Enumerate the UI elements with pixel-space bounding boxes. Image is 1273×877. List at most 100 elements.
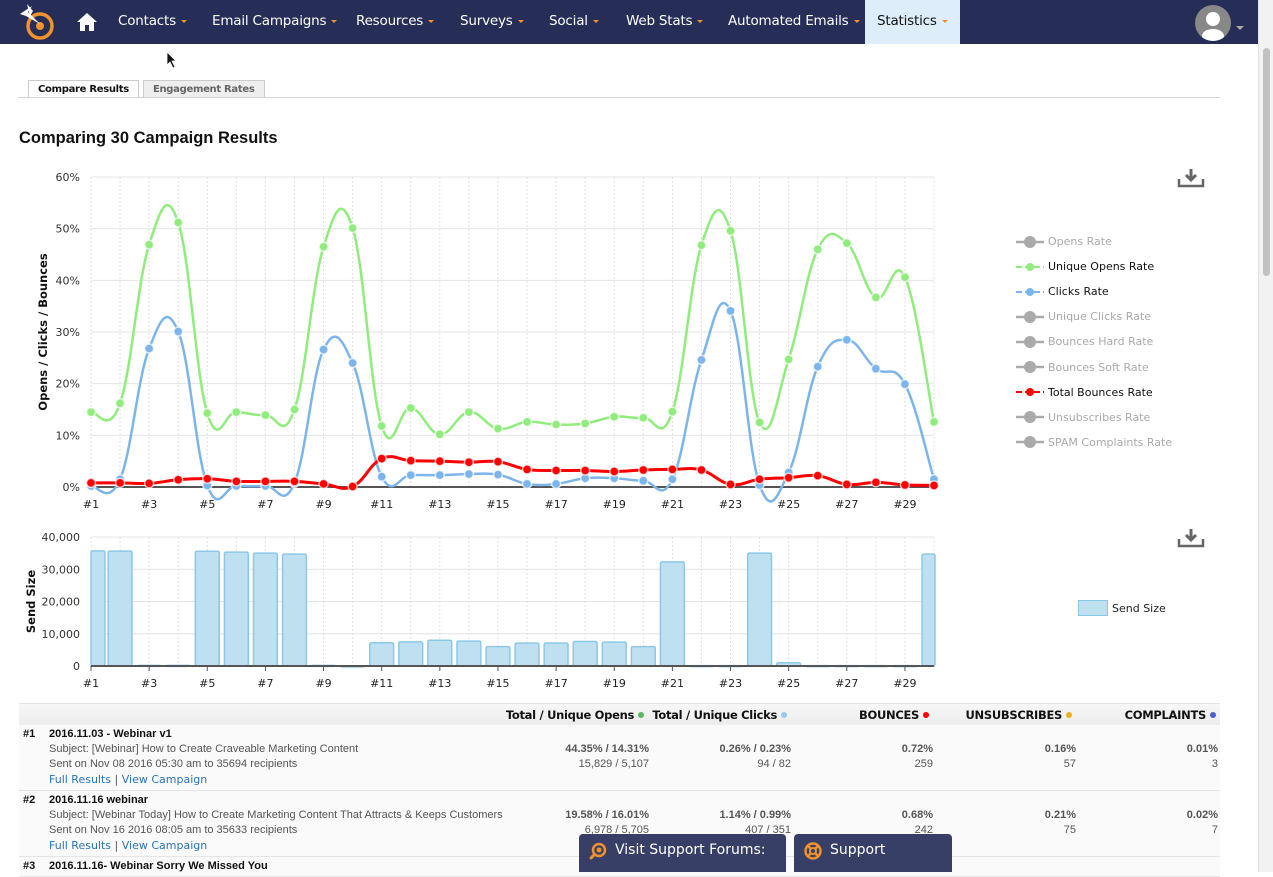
legend-item[interactable]: Clicks Rate	[1015, 279, 1172, 304]
data-point	[289, 404, 300, 415]
x-tick-label: #13	[428, 677, 451, 690]
header-complaints[interactable]: COMPLAINTS	[1125, 708, 1216, 722]
bar	[456, 640, 482, 667]
x-tick-label: #5	[199, 498, 215, 511]
x-tick-label: #23	[719, 498, 742, 511]
y-tick-label: 10%	[56, 429, 80, 442]
data-point	[725, 225, 736, 236]
legend-item[interactable]: SPAM Complaints Rate	[1015, 430, 1172, 455]
data-point	[638, 412, 649, 424]
download-chart-icon[interactable]	[1176, 527, 1206, 549]
unsubscribes-dot-icon	[1066, 712, 1072, 718]
data-point	[725, 479, 736, 490]
y-tick-label: 60%	[56, 171, 80, 184]
header-opens[interactable]: Total / Unique Opens	[506, 708, 644, 722]
y-tick-label: 0	[73, 660, 80, 673]
data-point	[521, 478, 533, 490]
data-point	[492, 456, 504, 467]
x-tick-label: #3	[141, 498, 157, 511]
legend-marker	[1026, 287, 1034, 296]
data-point	[667, 406, 678, 417]
legend-item[interactable]: Unique Opens Rate	[1015, 254, 1172, 279]
legend-item[interactable]: Total Bounces Rate	[1015, 380, 1172, 405]
opens-count: 15,829 / 5,107	[578, 758, 649, 770]
scrollbar-thumb[interactable]	[1263, 48, 1270, 276]
legend-symbol-icon	[1016, 335, 1044, 348]
data-point	[521, 416, 533, 428]
x-tick-label: #19	[603, 498, 626, 511]
legend-label: Unique Opens Rate	[1048, 260, 1155, 274]
data-point	[143, 343, 155, 354]
view-campaign-link[interactable]: View Campaign	[122, 773, 207, 786]
data-point	[492, 423, 504, 434]
lifebuoy-icon	[804, 842, 822, 860]
data-point	[202, 407, 213, 419]
data-point	[783, 354, 794, 365]
full-results-link[interactable]: Full Results	[49, 839, 111, 852]
legend-item[interactable]: Opens Rate	[1015, 229, 1172, 254]
data-point	[318, 241, 329, 252]
series-line	[90, 301, 936, 503]
header-label: UNSUBSCRIBES	[965, 708, 1062, 722]
legend-item[interactable]: Bounces Soft Rate	[1015, 354, 1172, 379]
y-tick-label: 0%	[63, 481, 80, 494]
bar	[659, 561, 686, 667]
bar	[746, 552, 773, 667]
data-point	[725, 305, 736, 317]
bar	[427, 639, 453, 667]
series-line	[90, 455, 935, 490]
legend-symbol-icon	[1016, 262, 1044, 271]
data-point	[85, 406, 97, 418]
view-campaign-link[interactable]: View Campaign	[122, 839, 207, 852]
data-point	[492, 469, 504, 480]
legend-symbol-icon	[1016, 411, 1044, 424]
support-button[interactable]: Support	[794, 834, 952, 872]
data-point	[608, 466, 620, 477]
legend-symbol-icon	[1016, 235, 1044, 248]
x-tick-label: #17	[544, 677, 567, 690]
legend-symbol-icon	[1016, 287, 1044, 296]
x-tick-label: #7	[257, 677, 273, 690]
legend-swatch	[1078, 600, 1108, 616]
data-point	[260, 476, 271, 487]
download-chart-icon[interactable]	[1176, 167, 1206, 189]
x-tick-label: #7	[257, 498, 273, 511]
legend-symbol-icon	[1016, 388, 1044, 397]
y-tick-label: 30,000	[42, 563, 81, 576]
data-point	[696, 464, 707, 476]
x-tick-label: #29	[893, 677, 916, 690]
bounces-count: 259	[914, 758, 933, 770]
bounces-percent: 0.72%	[901, 743, 933, 755]
vertical-scrollbar[interactable]	[1258, 0, 1273, 872]
legend-label: Clicks Rate	[1048, 285, 1109, 299]
data-point	[696, 354, 707, 366]
legend-item[interactable]: Unique Clicks Rate	[1015, 304, 1172, 329]
legend-item[interactable]: Unsubscribes Rate	[1015, 405, 1172, 430]
header-unsubscribes[interactable]: UNSUBSCRIBES	[965, 708, 1072, 722]
bar-chart-legend-item[interactable]: Send Size	[1078, 600, 1166, 616]
campaign-name: 2016.11.16 webinar	[49, 794, 149, 806]
data-point	[143, 239, 155, 250]
complaints-percent: 0.02%	[1186, 809, 1218, 821]
opens-percent: 44.35% / 14.31%	[565, 743, 649, 755]
data-point	[434, 469, 446, 481]
data-point	[638, 464, 649, 476]
complaints-dot-icon	[1210, 712, 1216, 718]
header-bounces[interactable]: BOUNCES	[859, 708, 929, 722]
support-forums-label: Visit Support Forums:	[615, 842, 766, 858]
x-tick-label: #3	[141, 677, 157, 690]
header-clicks[interactable]: Total / Unique Clicks	[652, 708, 787, 722]
user-avatar[interactable]	[1195, 5, 1231, 41]
data-point	[172, 326, 184, 337]
clicks-count: 94 / 82	[757, 758, 791, 770]
full-results-link[interactable]: Full Results	[49, 773, 111, 786]
table-row: #1 2016.11.03 - Webinar v1 Subject: [Web…	[19, 725, 1220, 791]
legend-item[interactable]: Bounces Hard Rate	[1015, 329, 1172, 354]
data-point	[754, 417, 765, 428]
forum-search-icon	[589, 842, 607, 860]
clicks-dot-icon	[781, 712, 787, 718]
y-tick-label: 40,000	[42, 531, 81, 544]
bar	[252, 552, 279, 667]
support-forums-button[interactable]: Visit Support Forums:	[579, 834, 786, 872]
user-menu-caret-icon[interactable]	[1236, 26, 1244, 30]
